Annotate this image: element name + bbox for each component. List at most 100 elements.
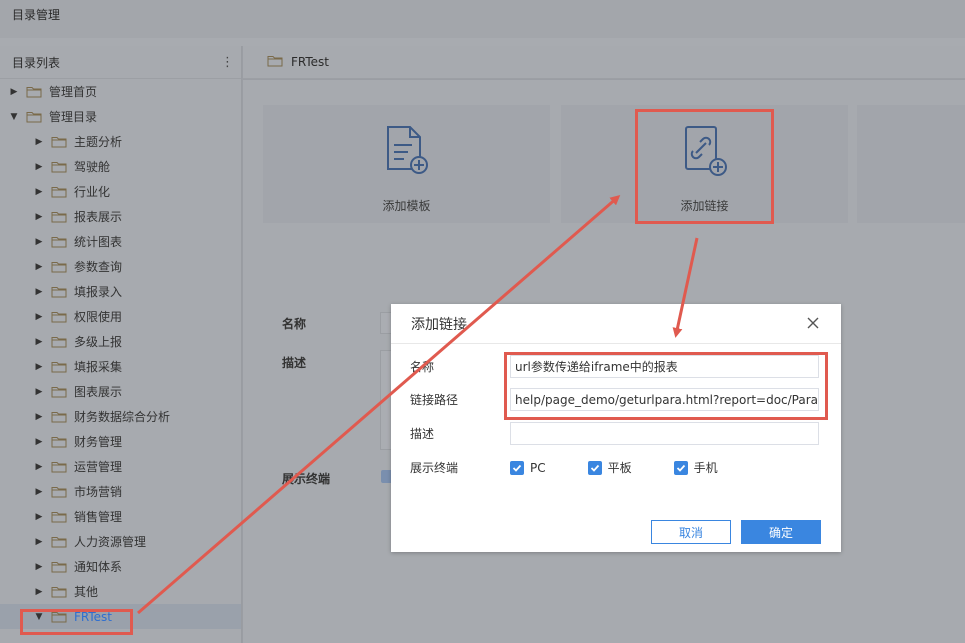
folder-icon bbox=[267, 55, 283, 70]
cancel-button[interactable]: 取消 bbox=[651, 520, 731, 544]
tree-item[interactable]: ▶ 图表展示 bbox=[0, 379, 241, 404]
tree-item-label: 权限使用 bbox=[74, 310, 123, 324]
caret-right-icon[interactable]: ▶ bbox=[33, 212, 45, 222]
breadcrumb: FRTest bbox=[291, 55, 329, 69]
tree-item[interactable]: ▼ 管理目录 bbox=[0, 104, 241, 129]
tree-item[interactable]: ▶ 运营管理 bbox=[0, 454, 241, 479]
tree-item[interactable]: ▶ 市场营销 bbox=[0, 479, 241, 504]
caret-right-icon[interactable]: ▶ bbox=[8, 87, 20, 97]
more-options-icon[interactable]: ⋮ bbox=[221, 55, 234, 70]
terminal-tablet[interactable]: 平板 bbox=[587, 459, 632, 476]
caret-right-icon[interactable]: ▶ bbox=[33, 437, 45, 447]
tree-item[interactable]: ▶ 财务管理 bbox=[0, 429, 241, 454]
terminal-phone[interactable]: 手机 bbox=[673, 459, 718, 476]
directory-tree: ▶ 管理首页 ▼ 管理目录 ▶ 主题分析 ▶ 驾驶舱 ▶ 行业化 ▶ 报表展示 ▶ 统计图表 ▶ 参数查询 ▶ 填… bbox=[0, 79, 241, 629]
tree-item-label: 人力资源管理 bbox=[74, 535, 147, 549]
annotation-box-frtest bbox=[20, 609, 133, 635]
tree-item[interactable]: ▶ 通知体系 bbox=[0, 554, 241, 579]
checkbox-checked-icon[interactable] bbox=[587, 460, 602, 475]
tree-item[interactable]: ▶ 参数查询 bbox=[0, 254, 241, 279]
tree-item[interactable]: ▶ 报表展示 bbox=[0, 204, 241, 229]
caret-right-icon[interactable]: ▶ bbox=[33, 237, 45, 247]
add-template-card[interactable]: 添加模板 bbox=[263, 105, 550, 223]
tree-item-label: 行业化 bbox=[74, 185, 111, 199]
tree-item[interactable]: ▶ 统计图表 bbox=[0, 229, 241, 254]
caret-right-icon[interactable]: ▶ bbox=[33, 162, 45, 172]
folder-icon bbox=[51, 511, 67, 523]
sidebar-header: 目录列表 ⋮ bbox=[0, 46, 241, 79]
tree-item-label: 多级上报 bbox=[74, 335, 123, 349]
caret-right-icon[interactable]: ▶ bbox=[33, 487, 45, 497]
close-icon[interactable] bbox=[805, 315, 821, 331]
caret-right-icon[interactable]: ▶ bbox=[33, 387, 45, 397]
checkbox-checked-icon[interactable] bbox=[673, 460, 688, 475]
caret-right-icon[interactable]: ▶ bbox=[33, 587, 45, 597]
terminal-row: 展示终端 PC 平板 手机 bbox=[410, 459, 760, 476]
tree-item[interactable]: ▶ 填报录入 bbox=[0, 279, 241, 304]
caret-right-icon[interactable]: ▶ bbox=[33, 287, 45, 297]
tree-item-label: 填报录入 bbox=[74, 285, 123, 299]
tree-item[interactable]: ▶ 人力资源管理 bbox=[0, 529, 241, 554]
caret-right-icon[interactable]: ▶ bbox=[33, 537, 45, 547]
sidebar-title: 目录列表 bbox=[12, 55, 61, 70]
caret-right-icon[interactable]: ▶ bbox=[33, 462, 45, 472]
tree-item-label: 填报采集 bbox=[74, 360, 123, 374]
tree-item-label: 其他 bbox=[74, 585, 99, 599]
folder-icon bbox=[51, 211, 67, 223]
terminal-checkboxes: PC 平板 手机 bbox=[510, 459, 760, 476]
tree-item-label: 主题分析 bbox=[74, 135, 123, 149]
caret-right-icon[interactable]: ▶ bbox=[33, 312, 45, 322]
checkbox-checked-icon[interactable] bbox=[510, 460, 524, 475]
tree-item-label: 统计图表 bbox=[74, 235, 123, 249]
confirm-button[interactable]: 确定 bbox=[741, 520, 821, 544]
terminal-pc-label: PC bbox=[530, 460, 546, 475]
caret-down-icon[interactable]: ▼ bbox=[8, 112, 20, 122]
main-header: FRTest bbox=[243, 46, 965, 79]
dialog-header: 添加链接 bbox=[391, 304, 841, 344]
caret-right-icon[interactable]: ▶ bbox=[33, 337, 45, 347]
folder-icon bbox=[26, 86, 42, 98]
tree-item[interactable]: ▶ 主题分析 bbox=[0, 129, 241, 154]
caret-right-icon[interactable]: ▶ bbox=[33, 137, 45, 147]
folder-icon bbox=[51, 286, 67, 298]
tree-item[interactable]: ▶ 填报采集 bbox=[0, 354, 241, 379]
tree-item[interactable]: ▶ 行业化 bbox=[0, 179, 241, 204]
tree-item[interactable]: ▶ 驾驶舱 bbox=[0, 154, 241, 179]
folder-icon bbox=[51, 536, 67, 548]
tree-item-label: 市场营销 bbox=[74, 485, 123, 499]
folder-icon bbox=[26, 111, 42, 123]
tree-item[interactable]: ▶ 其他 bbox=[0, 579, 241, 604]
card-partial[interactable] bbox=[857, 105, 965, 223]
tree-item-label: 通知体系 bbox=[74, 560, 123, 574]
tree-item[interactable]: ▶ 权限使用 bbox=[0, 304, 241, 329]
tree-item[interactable]: ▶ 多级上报 bbox=[0, 329, 241, 354]
divider bbox=[0, 38, 965, 46]
caret-right-icon[interactable]: ▶ bbox=[33, 512, 45, 522]
caret-right-icon[interactable]: ▶ bbox=[33, 362, 45, 372]
add-template-label: 添加模板 bbox=[382, 199, 431, 213]
folder-icon bbox=[51, 336, 67, 348]
caret-right-icon[interactable]: ▶ bbox=[33, 562, 45, 572]
tree-item[interactable]: ▶ 财务数据综合分析 bbox=[0, 404, 241, 429]
folder-icon bbox=[51, 136, 67, 148]
desc-row: 描述 bbox=[410, 422, 819, 445]
form-terminal-label: 展示终端 bbox=[282, 472, 331, 486]
terminal-pc[interactable]: PC bbox=[510, 460, 546, 475]
tree-item[interactable]: ▶ 销售管理 bbox=[0, 504, 241, 529]
sidebar: 目录列表 ⋮ ▶ 管理首页 ▼ 管理目录 ▶ 主题分析 ▶ 驾驶舱 ▶ 行业化 ▶ 报表展示 ▶ 统计图表… bbox=[0, 46, 242, 643]
tree-item[interactable]: ▶ 管理首页 bbox=[0, 79, 241, 104]
path-label: 链接路径 bbox=[410, 393, 459, 407]
folder-icon bbox=[51, 261, 67, 273]
tree-item-label: 管理首页 bbox=[49, 85, 98, 99]
caret-right-icon[interactable]: ▶ bbox=[33, 412, 45, 422]
folder-icon bbox=[51, 161, 67, 173]
desc-label: 描述 bbox=[410, 427, 435, 441]
tree-item-label: 驾驶舱 bbox=[74, 160, 111, 174]
folder-icon bbox=[51, 436, 67, 448]
folder-icon bbox=[51, 386, 67, 398]
caret-right-icon[interactable]: ▶ bbox=[33, 262, 45, 272]
folder-icon bbox=[51, 311, 67, 323]
folder-icon bbox=[51, 411, 67, 423]
caret-right-icon[interactable]: ▶ bbox=[33, 187, 45, 197]
desc-input[interactable] bbox=[510, 422, 819, 445]
